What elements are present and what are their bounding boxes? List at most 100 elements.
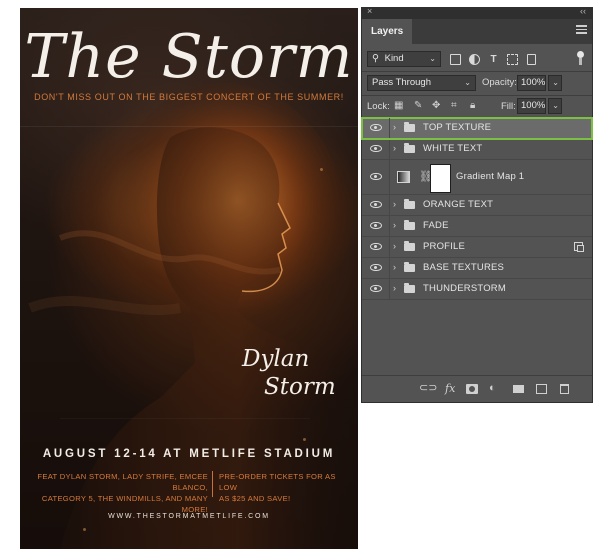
layer-row-profile[interactable]: › PROFILE — [362, 237, 592, 258]
link-layers-icon[interactable]: ⊂⊃ — [419, 382, 437, 395]
search-icon: ⚲ — [372, 53, 379, 64]
chevron-down-icon: ⌄ — [552, 101, 559, 110]
folder-icon — [404, 283, 415, 293]
layer-name: ORANGE TEXT — [423, 199, 494, 210]
expand-caret-icon[interactable]: › — [393, 122, 396, 132]
folder-icon — [404, 220, 415, 230]
lock-move-icon[interactable]: ✥ — [432, 100, 440, 111]
collapse-icon[interactable]: ‹‹ — [580, 6, 586, 16]
lock-paint-icon[interactable]: ✎ — [414, 100, 422, 111]
visibility-toggle[interactable] — [362, 139, 390, 159]
adjustment-filter-icon[interactable] — [469, 54, 480, 65]
layer-row-top-texture[interactable]: › TOP TEXTURE — [361, 117, 593, 140]
fill-dropdown[interactable]: ⌄ — [548, 98, 562, 114]
separator — [362, 95, 592, 96]
tab-layers[interactable]: Layers — [362, 19, 413, 44]
blend-mode-select[interactable]: Pass Through ⌄ — [367, 75, 476, 91]
layer-name: THUNDERSTORM — [423, 283, 506, 294]
panel-title-strip: × ‹‹ — [362, 6, 592, 19]
panel-tab-bar: Layers — [362, 19, 592, 44]
tickets-line-2: AS $25 AND SAVE! — [219, 494, 291, 503]
expand-caret-icon[interactable]: › — [393, 241, 396, 251]
visibility-toggle[interactable] — [362, 118, 390, 138]
filter-toggle-icon[interactable] — [577, 51, 584, 65]
texture-speck — [320, 168, 323, 171]
layer-name: FADE — [423, 220, 449, 231]
opacity-input[interactable]: 100% — [517, 75, 546, 91]
layer-name: PROFILE — [423, 241, 466, 252]
chevron-down-icon: ⌄ — [464, 78, 471, 87]
new-layer-icon[interactable] — [536, 384, 547, 394]
expand-caret-icon[interactable]: › — [393, 262, 396, 272]
layer-name: TOP TEXTURE — [423, 122, 492, 133]
visibility-toggle[interactable] — [362, 237, 390, 257]
new-adjustment-layer-icon[interactable]: ◐ — [489, 382, 496, 395]
poster-date-line: AUGUST 12-14 AT METLIFE STADIUM — [42, 448, 336, 460]
panel-menu-icon[interactable] — [576, 25, 587, 36]
folder-icon — [404, 122, 415, 132]
visibility-toggle[interactable] — [362, 279, 390, 299]
layer-row-orange-text[interactable]: › ORANGE TEXT — [362, 195, 592, 216]
fx-icon[interactable]: fx — [445, 382, 455, 395]
visibility-toggle[interactable] — [362, 195, 390, 215]
trash-icon[interactable] — [560, 384, 569, 394]
blend-mode-value: Pass Through — [372, 77, 431, 88]
eye-icon[interactable] — [370, 285, 382, 292]
folder-icon — [404, 143, 415, 153]
filter-row: ⚲ Kind ⌄ T — [362, 46, 592, 72]
lineup-line-2: CATEGORY 5, THE WINDMILLS, AND MANY MORE… — [41, 494, 208, 514]
visibility-toggle[interactable] — [362, 160, 390, 194]
new-group-icon[interactable] — [513, 385, 524, 393]
lock-transparent-icon[interactable]: ▦ — [394, 100, 403, 111]
layer-name: WHITE TEXT — [423, 143, 483, 154]
visibility-toggle[interactable] — [362, 258, 390, 278]
shape-filter-icon[interactable] — [507, 54, 518, 65]
tickets-line-1: PRE-ORDER TICKETS FOR AS LOW — [219, 472, 336, 492]
eye-icon[interactable] — [370, 222, 382, 229]
layer-mask-thumbnail[interactable] — [430, 164, 451, 193]
layer-name: Gradient Map 1 — [456, 171, 525, 182]
eye-icon[interactable] — [370, 124, 382, 131]
layer-row-fade[interactable]: › FADE — [362, 216, 592, 237]
fill-label: Fill: — [501, 101, 516, 112]
layer-row-thunderstorm[interactable]: › THUNDERSTORM — [362, 279, 592, 300]
eye-icon[interactable] — [370, 145, 382, 152]
expand-caret-icon[interactable]: › — [393, 143, 396, 153]
poster-divider — [212, 471, 213, 497]
layer-row-gradient-map[interactable]: ⛓ Gradient Map 1 — [362, 160, 592, 195]
layer-name: BASE TEXTURES — [423, 262, 505, 273]
layer-row-white-text[interactable]: › WHITE TEXT — [362, 139, 592, 160]
poster-title: The Storm — [24, 22, 354, 92]
lock-artboard-icon[interactable]: ⌗ — [451, 100, 457, 111]
chevron-down-icon: ⌄ — [552, 78, 559, 87]
type-filter-icon[interactable]: T — [488, 54, 499, 65]
texture-scratch — [60, 418, 310, 419]
eye-icon[interactable] — [370, 201, 382, 208]
smart-object-filter-icon[interactable] — [527, 54, 536, 65]
poster-url: WWW.THESTORMATMETLIFE.COM — [108, 513, 270, 520]
filter-kind-select[interactable]: ⚲ Kind ⌄ — [367, 51, 441, 67]
eye-icon[interactable] — [370, 264, 382, 271]
lineup-block: FEAT DYLAN STORM, LADY STRIFE, EMCEE BLA… — [34, 471, 208, 515]
fill-input[interactable]: 100% — [517, 98, 546, 114]
close-icon[interactable]: × — [367, 6, 372, 16]
expand-caret-icon[interactable]: › — [393, 220, 396, 230]
add-mask-icon[interactable] — [466, 384, 478, 394]
opacity-value: 100% — [521, 77, 546, 88]
eye-icon[interactable] — [370, 243, 382, 250]
expand-caret-icon[interactable]: › — [393, 283, 396, 293]
lock-all-icon[interactable]: 🔒︎ — [470, 100, 475, 111]
pixel-filter-icon[interactable] — [450, 54, 461, 65]
opacity-dropdown[interactable]: ⌄ — [548, 75, 562, 91]
smart-object-icon — [574, 242, 584, 252]
visibility-toggle[interactable] — [362, 216, 390, 236]
expand-caret-icon[interactable]: › — [393, 199, 396, 209]
folder-icon — [404, 241, 415, 251]
folder-icon — [404, 262, 415, 272]
layer-row-base-textures[interactable]: › BASE TEXTURES — [362, 258, 592, 279]
separator — [362, 71, 592, 72]
filter-kind-value: Kind — [384, 53, 404, 64]
layers-footer-toolbar: ⊂⊃ fx ◐ — [362, 375, 592, 402]
eye-icon[interactable] — [370, 173, 382, 180]
fill-value: 100% — [521, 100, 546, 111]
